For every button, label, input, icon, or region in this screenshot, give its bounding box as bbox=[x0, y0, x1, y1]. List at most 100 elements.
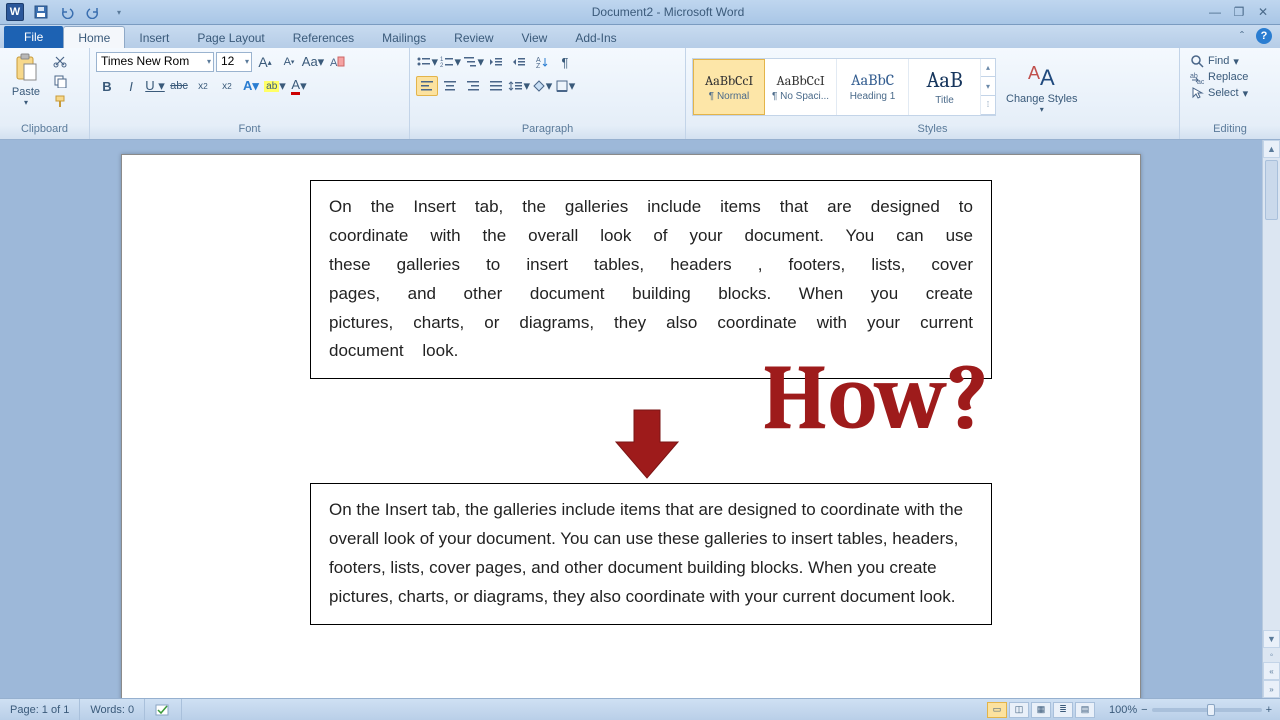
tab-file[interactable]: File bbox=[4, 26, 63, 48]
style-normal[interactable]: AaBbCcI¶ Normal bbox=[693, 59, 765, 115]
tab-insert[interactable]: Insert bbox=[125, 27, 183, 48]
document-area[interactable]: On the Insert tab, the galleries include… bbox=[0, 140, 1262, 698]
zoom-in-icon[interactable]: + bbox=[1266, 704, 1272, 716]
next-page-icon[interactable]: » bbox=[1263, 680, 1280, 698]
status-proofing-icon[interactable] bbox=[145, 699, 182, 720]
font-name-input[interactable]: Times New Rom▾ bbox=[96, 52, 214, 72]
grow-font-icon[interactable]: A▴ bbox=[254, 52, 276, 72]
zoom-level[interactable]: 100% bbox=[1109, 704, 1137, 716]
window-controls: — ❐ ✕ bbox=[1206, 5, 1280, 19]
prev-page-icon[interactable]: « bbox=[1263, 662, 1280, 680]
zoom-controls: 100% − + bbox=[1101, 704, 1280, 716]
text-box-after[interactable]: On the Insert tab, the galleries include… bbox=[310, 483, 992, 625]
redo-icon[interactable] bbox=[82, 2, 104, 22]
superscript-button[interactable]: x2 bbox=[216, 76, 238, 96]
arrow-down-icon bbox=[612, 408, 682, 480]
justify-icon[interactable] bbox=[485, 76, 507, 96]
status-words[interactable]: Words: 0 bbox=[80, 699, 145, 720]
line-spacing-icon[interactable]: ▾ bbox=[508, 76, 530, 96]
svg-text:2: 2 bbox=[440, 63, 444, 69]
tab-references[interactable]: References bbox=[279, 27, 368, 48]
italic-button[interactable]: I bbox=[120, 76, 142, 96]
group-clipboard: Paste ▾ Clipboard bbox=[0, 48, 90, 139]
page[interactable]: On the Insert tab, the galleries include… bbox=[121, 154, 1141, 698]
status-page[interactable]: Page: 1 of 1 bbox=[0, 699, 80, 720]
svg-text:A: A bbox=[1040, 65, 1055, 90]
find-button[interactable]: Find ▾ bbox=[1190, 54, 1248, 68]
style-title[interactable]: AaBTitle bbox=[909, 59, 981, 115]
styles-gallery[interactable]: AaBbCcI¶ Normal AaBbCcI¶ No Spaci... AaB… bbox=[692, 58, 996, 116]
tab-view[interactable]: View bbox=[508, 27, 562, 48]
group-paragraph: ▾ 12▾ ▾ AZ ¶ ▾ ▾ ▾ Pa bbox=[410, 48, 686, 139]
highlight-color-icon[interactable]: ab▾ bbox=[264, 76, 286, 96]
bold-button[interactable]: B bbox=[96, 76, 118, 96]
font-color-icon[interactable]: A▾ bbox=[288, 76, 310, 96]
change-styles-button[interactable]: AA Change Styles▾ bbox=[1000, 57, 1084, 116]
quick-access-toolbar: W ▾ bbox=[0, 2, 130, 22]
how-annotation: How? bbox=[762, 345, 988, 451]
app-icon[interactable]: W bbox=[4, 2, 26, 22]
zoom-slider[interactable] bbox=[1152, 708, 1262, 712]
copy-icon[interactable] bbox=[50, 72, 70, 90]
shrink-font-icon[interactable]: A▾ bbox=[278, 52, 300, 72]
change-case-icon[interactable]: Aa▾ bbox=[302, 52, 324, 72]
clipboard-label: Clipboard bbox=[4, 123, 85, 139]
strikethrough-button[interactable]: abc bbox=[168, 76, 190, 96]
sort-icon[interactable]: AZ bbox=[531, 52, 553, 72]
align-center-icon[interactable] bbox=[439, 76, 461, 96]
zoom-out-icon[interactable]: − bbox=[1141, 704, 1147, 716]
clear-formatting-icon[interactable]: A bbox=[326, 52, 348, 72]
borders-icon[interactable]: ▾ bbox=[554, 76, 576, 96]
cut-icon[interactable] bbox=[50, 52, 70, 70]
qat-customize-icon[interactable]: ▾ bbox=[108, 2, 130, 22]
svg-text:ac: ac bbox=[1197, 79, 1204, 84]
paste-button[interactable]: Paste ▾ bbox=[4, 50, 48, 109]
tab-page-layout[interactable]: Page Layout bbox=[183, 27, 278, 48]
text-effects-icon[interactable]: A▾ bbox=[240, 76, 262, 96]
subscript-button[interactable]: x2 bbox=[192, 76, 214, 96]
close-icon[interactable]: ✕ bbox=[1254, 5, 1272, 19]
vertical-scrollbar[interactable]: ▲ ▼ ◦ « » bbox=[1262, 140, 1280, 698]
align-right-icon[interactable] bbox=[462, 76, 484, 96]
align-left-icon[interactable] bbox=[416, 76, 438, 96]
style-heading-1[interactable]: AaBbCHeading 1 bbox=[837, 59, 909, 115]
replace-button[interactable]: abacReplace bbox=[1190, 70, 1248, 84]
full-screen-view-icon[interactable]: ◫ bbox=[1009, 702, 1029, 718]
scroll-down-icon[interactable]: ▼ bbox=[1263, 630, 1280, 648]
tab-add-ins[interactable]: Add-Ins bbox=[561, 27, 630, 48]
tab-home[interactable]: Home bbox=[63, 26, 125, 48]
shading-icon[interactable]: ▾ bbox=[531, 76, 553, 96]
undo-icon[interactable] bbox=[56, 2, 78, 22]
draft-view-icon[interactable]: ▤ bbox=[1075, 702, 1095, 718]
minimize-ribbon-icon[interactable]: ˆ bbox=[1234, 28, 1250, 44]
increase-indent-icon[interactable] bbox=[508, 52, 530, 72]
outline-view-icon[interactable]: ≣ bbox=[1053, 702, 1073, 718]
web-layout-view-icon[interactable]: ▦ bbox=[1031, 702, 1051, 718]
help-icon[interactable]: ? bbox=[1256, 28, 1272, 44]
select-button[interactable]: Select ▾ bbox=[1190, 86, 1248, 100]
format-painter-icon[interactable] bbox=[50, 92, 70, 110]
save-icon[interactable] bbox=[30, 2, 52, 22]
multilevel-list-icon[interactable]: ▾ bbox=[462, 52, 484, 72]
decrease-indent-icon[interactable] bbox=[485, 52, 507, 72]
scroll-thumb[interactable] bbox=[1265, 160, 1278, 220]
minimize-icon[interactable]: — bbox=[1206, 5, 1224, 19]
font-size-input[interactable]: 12▾ bbox=[216, 52, 252, 72]
restore-icon[interactable]: ❐ bbox=[1230, 5, 1248, 19]
scroll-up-icon[interactable]: ▲ bbox=[1263, 140, 1280, 158]
title-bar: W ▾ Document2 - Microsoft Word — ❐ ✕ bbox=[0, 0, 1280, 25]
styles-scroll[interactable]: ▴▾⁞ bbox=[981, 59, 995, 115]
svg-text:Z: Z bbox=[536, 63, 541, 69]
bullets-icon[interactable]: ▾ bbox=[416, 52, 438, 72]
editing-label: Editing bbox=[1184, 123, 1276, 139]
tab-review[interactable]: Review bbox=[440, 27, 507, 48]
object-browse-icon[interactable]: ◦ bbox=[1263, 648, 1280, 662]
show-hide-icon[interactable]: ¶ bbox=[554, 52, 576, 72]
svg-text:A: A bbox=[1028, 63, 1040, 83]
style-no-spacing[interactable]: AaBbCcI¶ No Spaci... bbox=[765, 59, 837, 115]
underline-button[interactable]: U ▾ bbox=[144, 76, 166, 96]
print-layout-view-icon[interactable]: ▭ bbox=[987, 702, 1007, 718]
tab-mailings[interactable]: Mailings bbox=[368, 27, 440, 48]
ribbon-tabs: File Home Insert Page Layout References … bbox=[0, 25, 1280, 48]
numbering-icon[interactable]: 12▾ bbox=[439, 52, 461, 72]
